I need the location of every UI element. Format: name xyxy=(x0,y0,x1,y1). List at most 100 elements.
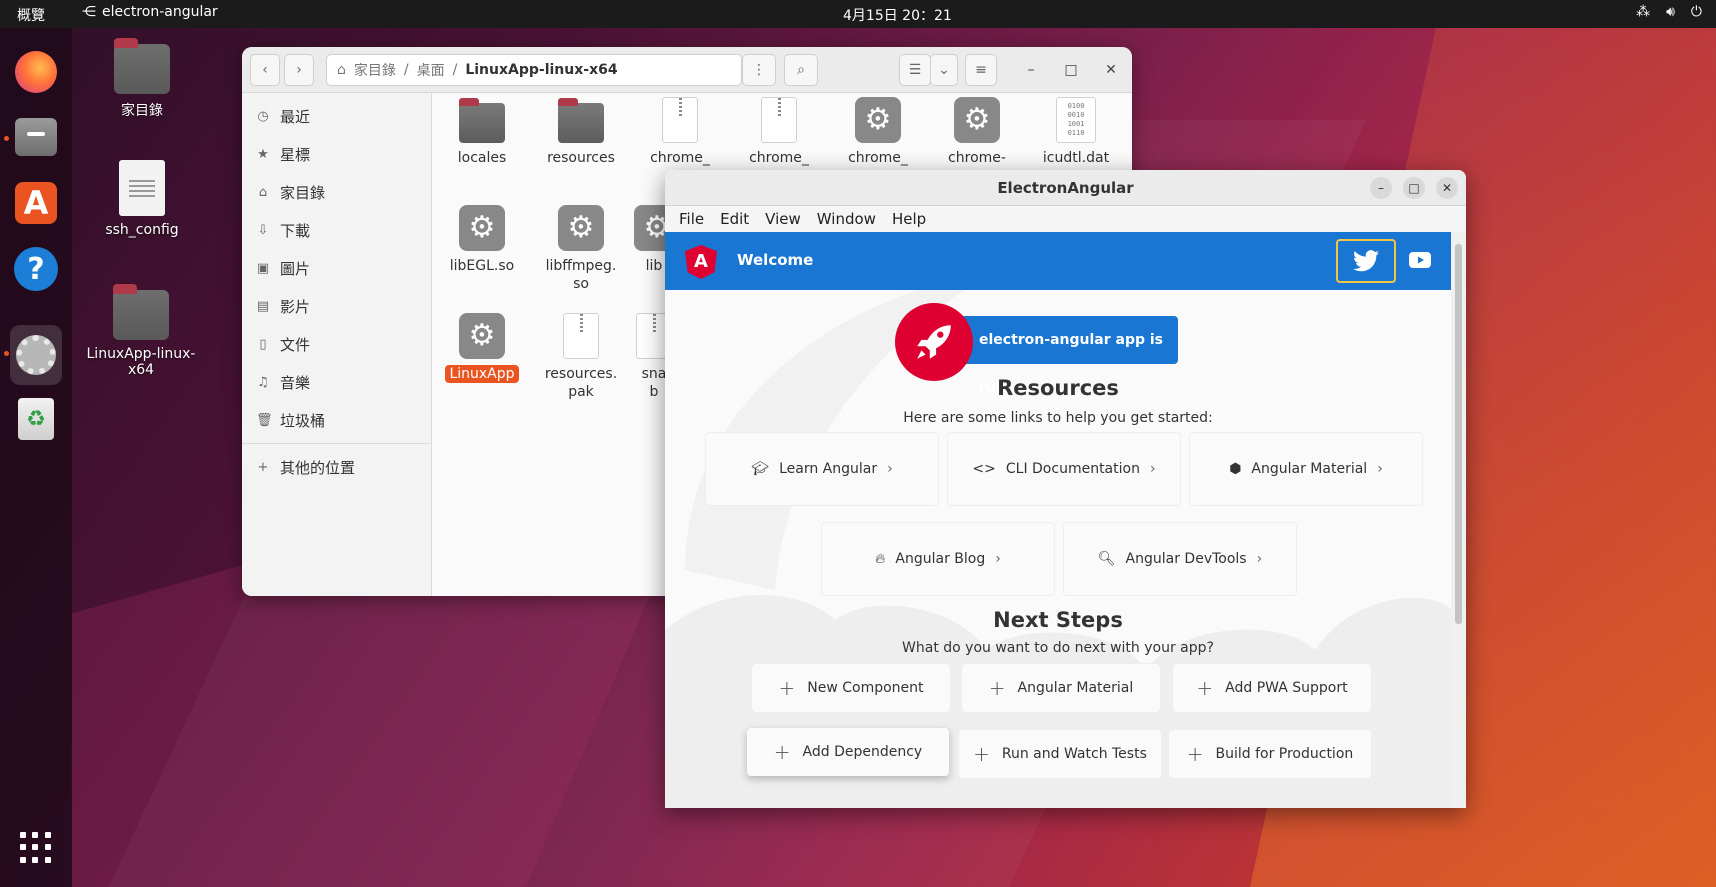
clock-icon: ◷ xyxy=(257,108,269,124)
dock-settings[interactable] xyxy=(10,325,62,385)
step-add-dependency[interactable]: + Add Dependency xyxy=(747,728,949,776)
menu-help[interactable]: Help xyxy=(884,210,934,228)
menu-view[interactable]: View xyxy=(757,210,809,228)
files-icon xyxy=(15,118,57,156)
settings-gear-icon xyxy=(16,335,56,375)
step-angular-material[interactable]: + Angular Material xyxy=(962,664,1160,712)
path-segment[interactable]: 家目錄 xyxy=(354,60,396,80)
file-item[interactable]: 0100 0010 1001 0110 icudtl.dat xyxy=(1030,97,1122,167)
rocket-badge xyxy=(895,303,973,381)
list-view-icon: ☰ xyxy=(908,62,922,78)
welcome-text: Welcome xyxy=(737,251,814,269)
window-titlebar[interactable]: ElectronAngular – □ ✕ xyxy=(665,170,1466,206)
file-item[interactable]: ⚙ chrome- xyxy=(931,97,1023,167)
maximize-button[interactable]: □ xyxy=(1403,177,1425,199)
youtube-link[interactable] xyxy=(1407,247,1433,273)
card-angular-devtools[interactable]: 🔍︎ Angular DevTools › xyxy=(1063,522,1297,596)
next-steps-heading: Next Steps xyxy=(993,608,1123,632)
sidebar-item-recent[interactable]: ◷ 最近 xyxy=(242,97,431,135)
path-menu-button[interactable]: ⋮ xyxy=(742,54,776,86)
step-add-pwa-support[interactable]: + Add PWA Support xyxy=(1173,664,1371,712)
show-apps-button[interactable] xyxy=(10,822,62,874)
menu-file[interactable]: File xyxy=(671,210,712,228)
forward-button[interactable]: › xyxy=(284,54,314,86)
sidebar-item-downloads[interactable]: ⇩ 下載 xyxy=(242,211,431,249)
volume-icon: 🔊︎ xyxy=(1666,4,1675,20)
app-icon: ⋲ xyxy=(82,4,96,20)
file-item[interactable]: ⚙ libEGL.so xyxy=(436,205,528,275)
dock-files[interactable] xyxy=(10,111,62,163)
library-gear-icon: ⚙ xyxy=(459,205,505,251)
step-new-component[interactable]: + New Component xyxy=(752,664,950,712)
dock-trash[interactable]: ♻ xyxy=(10,393,62,445)
sidebar-item-home[interactable]: ⌂ 家目錄 xyxy=(242,173,431,211)
maximize-button[interactable]: □ xyxy=(1058,57,1084,83)
school-icon: 🎓︎ xyxy=(751,461,770,477)
search-button[interactable]: ⌕ xyxy=(784,54,818,86)
step-build-for-production[interactable]: + Build for Production xyxy=(1169,730,1371,778)
back-button[interactable]: ‹ xyxy=(250,54,280,86)
card-angular-material[interactable]: ⬢ Angular Material › xyxy=(1189,432,1423,506)
view-options-button[interactable]: ⌄ xyxy=(930,54,958,86)
flame-icon: 🔥︎ xyxy=(875,551,886,567)
sidebar-item-videos[interactable]: ▤ 影片 xyxy=(242,287,431,325)
electron-window: ElectronAngular – □ ✕ File Edit View Win… xyxy=(665,170,1466,808)
trash-icon: 🗑︎ xyxy=(256,412,273,428)
window-title: ElectronAngular xyxy=(997,179,1134,197)
file-item[interactable]: ⚙ chrome_ xyxy=(832,97,924,167)
system-tray[interactable]: ⁂ 🔊︎ ⏻ xyxy=(1636,4,1702,20)
menu-edit[interactable]: Edit xyxy=(712,210,757,228)
desktop-icon-ssh-config[interactable]: ssh_config xyxy=(100,160,184,238)
menu-window[interactable]: Window xyxy=(809,210,884,228)
download-icon: ⇩ xyxy=(257,222,269,238)
sidebar-item-pictures[interactable]: ▣ 圖片 xyxy=(242,249,431,287)
plus-icon: + xyxy=(1196,676,1214,700)
sidebar-item-music[interactable]: ♫ 音樂 xyxy=(242,363,431,401)
file-item[interactable]: resources. pak xyxy=(535,313,627,401)
main-menu-button[interactable]: ≡ xyxy=(965,54,997,86)
activities-button[interactable]: 概覽 xyxy=(17,5,45,25)
file-item[interactable]: resources xyxy=(535,98,627,167)
file-item[interactable]: chrome_ xyxy=(733,97,825,167)
resources-subtitle: Here are some links to help you get star… xyxy=(903,410,1213,426)
power-icon: ⏻ xyxy=(1690,4,1702,20)
sidebar-item-documents[interactable]: ▯ 文件 xyxy=(242,325,431,363)
twitter-link[interactable] xyxy=(1336,239,1396,283)
card-angular-blog[interactable]: 🔥︎ Angular Blog › xyxy=(821,522,1055,596)
material-icon: ⬢ xyxy=(1229,461,1242,477)
close-button[interactable]: ✕ xyxy=(1436,177,1458,199)
plus-icon: + xyxy=(973,742,990,766)
minimize-button[interactable]: – xyxy=(1370,177,1392,199)
sidebar-item-other-locations[interactable]: + 其他的位置 xyxy=(242,448,431,486)
chevron-right-icon: › xyxy=(1256,551,1263,567)
vertical-scrollbar[interactable] xyxy=(1451,232,1466,808)
minimize-button[interactable]: – xyxy=(1018,57,1044,83)
dock-firefox[interactable] xyxy=(10,46,62,98)
sidebar-item-starred[interactable]: ★ 星標 xyxy=(242,135,431,173)
sidebar-item-trash[interactable]: 🗑︎ 垃圾桶 xyxy=(242,401,431,439)
dock-help[interactable]: ? xyxy=(10,243,62,295)
image-icon: ▣ xyxy=(256,260,270,276)
dock-app-store[interactable]: A xyxy=(10,177,62,229)
desktop-icon-home[interactable]: 家目錄 xyxy=(102,38,182,120)
app-menu[interactable]: ⋲ electron-angular xyxy=(82,4,218,20)
close-button[interactable]: ✕ xyxy=(1098,57,1124,83)
step-run-and-watch-tests[interactable]: + Run and Watch Tests xyxy=(959,730,1161,778)
clock[interactable]: 4月15日 20：21 xyxy=(843,5,952,25)
firefox-icon xyxy=(15,51,57,93)
next-steps-subtitle: What do you want to do next with your ap… xyxy=(902,640,1214,656)
app-store-icon: A xyxy=(15,182,57,224)
card-cli-documentation[interactable]: <> CLI Documentation › xyxy=(947,432,1181,506)
path-segment[interactable]: 桌面 xyxy=(417,60,445,80)
desktop-icon-linuxapp[interactable]: LinuxApp-linux-x64 xyxy=(76,284,206,378)
view-list-button[interactable]: ☰ xyxy=(899,54,931,86)
file-item[interactable]: locales xyxy=(436,98,528,167)
scrollbar-thumb[interactable] xyxy=(1455,244,1462,624)
card-learn-angular[interactable]: 🎓︎ Learn Angular › xyxy=(705,432,939,506)
path-segment-current[interactable]: LinuxApp-linux-x64 xyxy=(465,62,617,78)
chevron-right-icon: › xyxy=(995,551,1001,567)
file-item[interactable]: ⚙ libffmpeg. so xyxy=(535,205,627,293)
file-item-selected[interactable]: ⚙ LinuxApp xyxy=(436,313,528,383)
chevron-right-icon: › xyxy=(1377,461,1383,477)
plus-icon: + xyxy=(988,676,1006,700)
